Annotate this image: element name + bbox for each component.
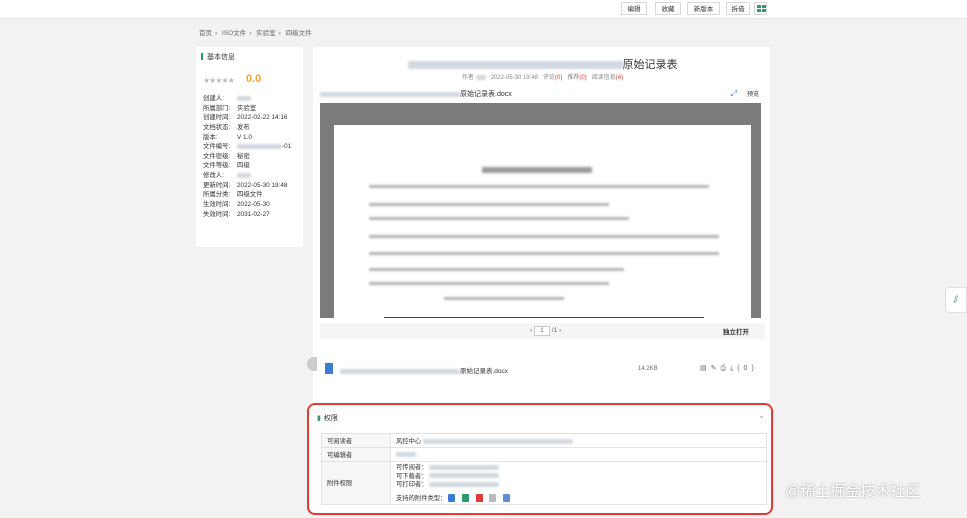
info-key: 所属部门: [203, 104, 231, 112]
info-key: 文件编号: [203, 143, 231, 151]
print-icon[interactable]: ⎙ [721, 365, 731, 372]
word-file-icon [325, 363, 333, 374]
excel-icon [461, 493, 469, 502]
new-version-button[interactable]: 新版本 [687, 2, 720, 15]
file-icon [489, 493, 497, 502]
info-value: 2022-02-22 14:16 [237, 114, 288, 122]
table-row: 可阅读者 风控中心 [321, 433, 767, 448]
breadcrumb-lab[interactable]: 实验室 [256, 30, 276, 37]
next-page-icon[interactable]: › [559, 327, 561, 334]
rating-score: 0.0 [246, 73, 262, 85]
info-row: 创建人: [203, 94, 291, 104]
info-value: 发布 [237, 123, 250, 131]
download-count: (0) [737, 365, 758, 372]
expand-icon[interactable]: ⤢ [731, 89, 737, 99]
attachment-row: 原始记录表.docx 14.2KB ▤✎⎙⤓(0) [320, 362, 765, 376]
chevron-right-icon: › [278, 30, 281, 37]
chevron-right-icon: › [249, 30, 252, 37]
info-key: 修改人: [203, 172, 224, 180]
word-icon [448, 493, 456, 502]
info-key: 创建时间: [203, 114, 231, 122]
preview-button[interactable]: 预览 [747, 89, 759, 98]
info-value: 实验室 [237, 104, 257, 112]
info-key: 生效时间: [203, 201, 231, 209]
info-key: 创建人: [203, 95, 224, 102]
breadcrumb-iso[interactable]: ISO文件 [222, 30, 246, 37]
info-row: 文档状态: 发布 [203, 123, 291, 133]
attachment-name[interactable]: 原始记录表.docx [340, 365, 508, 375]
page-input[interactable]: 1 [533, 326, 550, 336]
info-row: 修改人: [203, 171, 291, 181]
image-icon [503, 493, 511, 502]
document-icon: ▮ [317, 415, 321, 422]
read-info-link[interactable]: 阅读信息(4) [592, 75, 623, 81]
breadcrumb-home[interactable]: 首页 [199, 30, 212, 37]
info-row: 创建时间: 2022-02-22 14:16 [203, 113, 291, 123]
prev-page-icon[interactable]: ‹ [530, 327, 532, 334]
info-value: 2031-02-27 [237, 210, 270, 218]
document-viewer[interactable] [320, 103, 761, 318]
table-row: 可编辑者 [321, 447, 767, 462]
top-toolbar: 编辑 收藏 新版本 拆借 [0, 0, 967, 19]
info-value: 2022-05-30 [237, 201, 270, 209]
info-key: 失效时间: [203, 210, 231, 218]
comment-link[interactable]: 评论(0) [543, 75, 562, 81]
rating-stars[interactable]: ★★★★★ [203, 76, 235, 85]
view-icon[interactable]: ▤ [700, 365, 711, 372]
basic-info-list: 创建人: 所属部门: 实验室 创建时间: 2022-02-22 14:16 文档状态: 发布… [203, 94, 291, 219]
grid-icon[interactable] [754, 2, 767, 15]
info-value: V 1.0 [237, 133, 252, 141]
info-value: 2022-05-30 19:48 [237, 181, 288, 189]
info-key: 所属分类: [203, 191, 231, 199]
open-standalone-button[interactable]: 独立打开 [723, 326, 749, 336]
breadcrumb-current: 四级文件 [285, 30, 312, 37]
pdf-icon [475, 493, 483, 502]
info-key: 文件密级: [203, 152, 231, 160]
info-row: 文件密级: 秘密 [203, 152, 291, 162]
permission-title: ▮ 权限 [317, 415, 338, 422]
like-link[interactable]: 推荐(0) [567, 75, 586, 81]
basic-info-title: 基本信息 [201, 52, 235, 62]
pager: ‹ 1 /1 › 独立打开 [320, 323, 765, 339]
borrow-button[interactable]: 拆借 [726, 2, 750, 15]
attachment-actions: ▤✎⎙⤓(0) [700, 364, 758, 373]
info-key: 更新时间: [203, 181, 231, 189]
info-row: 文件编号: -01 [203, 142, 291, 152]
breadcrumb: 首页 › ISO文件 › 实验室 › 四级文件 [199, 27, 315, 37]
info-row: 更新时间: 2022-05-30 19:48 [203, 181, 291, 191]
info-key: 文件等级: [203, 162, 231, 170]
info-row: 所属分类: 四级文件 [203, 190, 291, 200]
table-row: 附件权限 可传阅者： 可下载者： 可打印者： 支持的附件类型： [321, 461, 767, 505]
info-row: 生效时间: 2022-05-30 [203, 200, 291, 210]
side-feedback-tab[interactable]: ⫽ [945, 287, 967, 313]
info-value: 四级 [237, 162, 250, 170]
info-row: 失效时间: 2031-02-27 [203, 210, 291, 220]
chevron-right-icon: › [215, 30, 218, 37]
info-row: 文件等级: 四级 [203, 161, 291, 171]
info-value: -01 [282, 143, 292, 151]
info-key: 版本: [203, 133, 218, 141]
collapse-handle[interactable] [307, 357, 317, 371]
document-title: 原始记录表 [320, 56, 765, 72]
info-row: 版本: V 1.0 [203, 133, 291, 143]
watermark: @稀土掘金技术社区 [785, 483, 921, 500]
info-row: 所属部门: 实验室 [203, 104, 291, 114]
favorite-button[interactable]: 收藏 [655, 2, 681, 15]
chevron-down-icon[interactable]: ⌄ [758, 411, 765, 420]
document-page [334, 125, 751, 318]
edit-button[interactable]: 编辑 [621, 2, 647, 15]
info-key: 文档状态: [203, 123, 231, 131]
attachment-size: 14.2KB [638, 366, 658, 372]
permission-table: 可阅读者 风控中心 可编辑者 附件权限 可传阅者： 可下载者： 可打印者： 支持… [321, 433, 767, 505]
info-value: 秘密 [237, 152, 250, 160]
document-meta: 作者 2022-05-30 19:48 评论(0) 推荐(0) 阅读信息(4) [461, 74, 624, 81]
preview-file-name: 原始记录表.docx [320, 89, 512, 99]
edit-icon[interactable]: ✎ [711, 365, 721, 372]
info-value: 四级文件 [237, 191, 263, 199]
permission-panel: ▮ 权限 ⌄ 可阅读者 风控中心 可编辑者 附件权限 可传阅者： 可下载者： 可打… [307, 403, 773, 515]
preview-header: 原始记录表.docx ⤢ 预览 [320, 88, 765, 100]
